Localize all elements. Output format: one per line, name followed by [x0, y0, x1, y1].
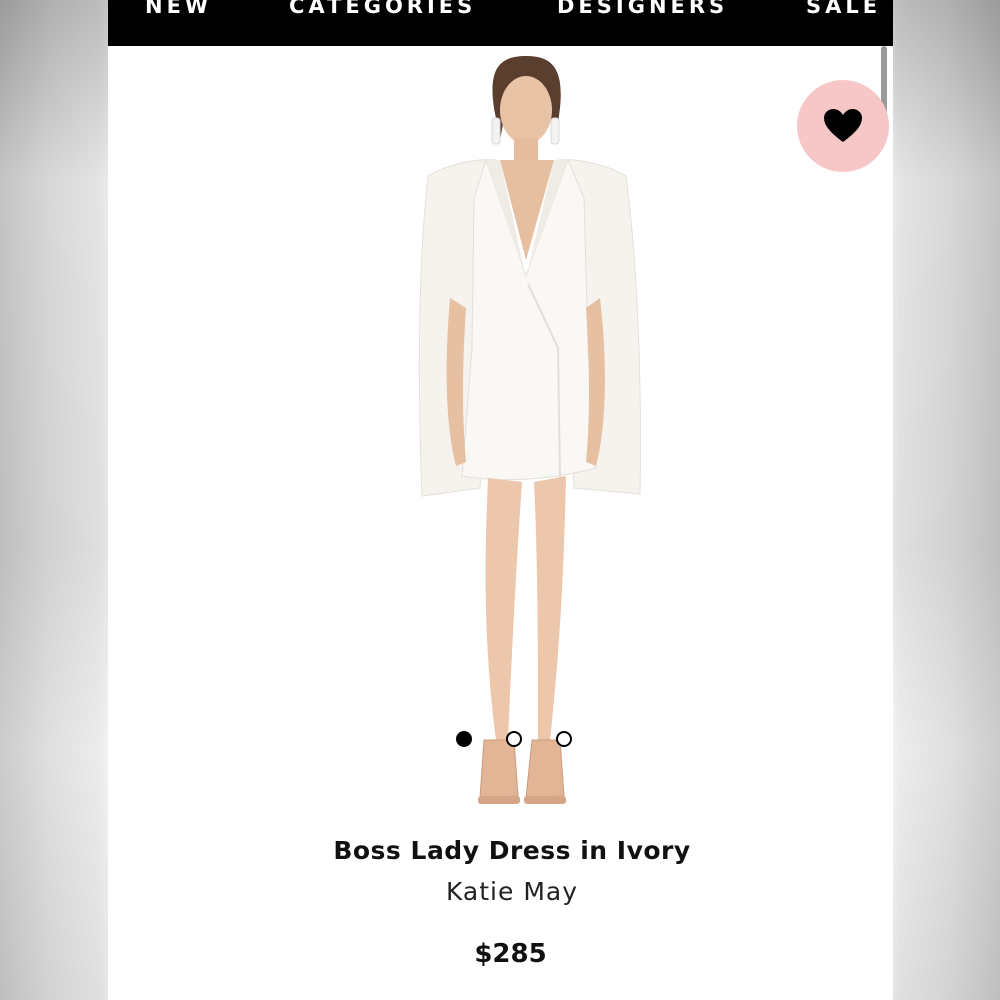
product-title[interactable]: Boss Lady Dress in Ivory [108, 836, 893, 865]
heart-icon [824, 109, 862, 142]
background-blur-left [0, 0, 108, 1000]
carousel-dot-3[interactable] [556, 731, 572, 747]
product-brand[interactable]: Katie May [108, 877, 893, 906]
product-screen: NEW CATEGORIES DESIGNERS SALE Boss Lady … [108, 0, 893, 1000]
top-navigation: NEW CATEGORIES DESIGNERS SALE [108, 0, 893, 46]
background-blur-right [893, 0, 1000, 1000]
carousel-dot-1[interactable] [456, 731, 472, 747]
nav-item-new[interactable]: NEW [145, 0, 212, 18]
carousel-indicators [108, 731, 893, 751]
product-image[interactable] [388, 48, 668, 820]
product-price: $285 [474, 939, 547, 969]
nav-item-designers[interactable]: DESIGNERS [557, 0, 728, 18]
nav-item-sale[interactable]: SALE [806, 0, 881, 18]
favorite-button[interactable] [797, 80, 889, 172]
carousel-dot-2[interactable] [506, 731, 522, 747]
nav-item-categories[interactable]: CATEGORIES [289, 0, 476, 18]
